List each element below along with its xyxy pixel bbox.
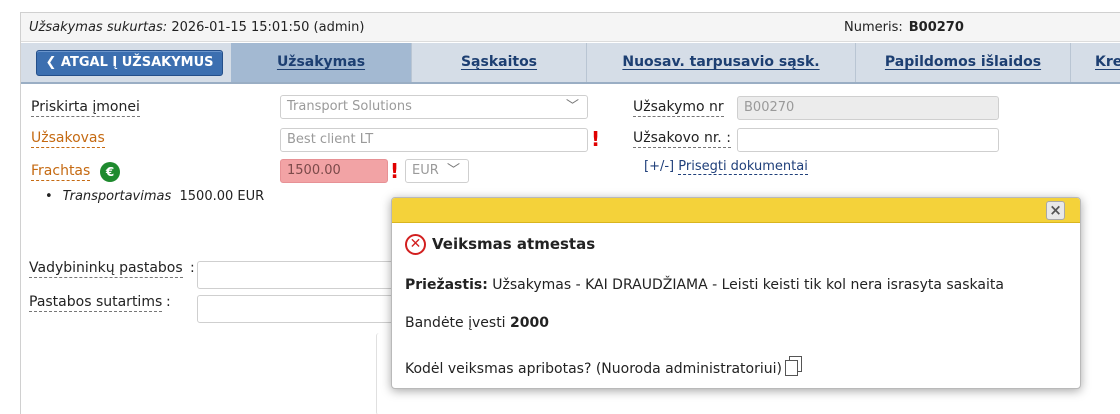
error-warning-icon: ! bbox=[390, 159, 400, 183]
tried-label: Bandėte įvesti bbox=[405, 315, 506, 331]
tab-credit-label: Kre bbox=[1095, 54, 1120, 70]
close-icon[interactable]: × bbox=[1046, 201, 1065, 220]
freight-input[interactable]: 1500.00 bbox=[280, 159, 388, 183]
tab-internal-invoices[interactable]: Nuosav. tarpusavio sąsk. bbox=[587, 43, 856, 82]
tab-extra-costs[interactable]: Papildomos išlaidos bbox=[856, 43, 1071, 82]
dialog-title: ✕ Veiksmas atmestas bbox=[405, 233, 595, 255]
tab-internal-invoices-label: Nuosav. tarpusavio sąsk. bbox=[622, 54, 820, 70]
number-label: Numeris: bbox=[844, 20, 903, 35]
managers-notes-label: Vadybininkų pastabos bbox=[29, 260, 183, 278]
created-info: Užsakymas sukurtas: 2026-01-15 15:01:50 … bbox=[29, 13, 364, 42]
reason-line: Priežastis: Užsakymas - KAI DRAUDŽIAMA -… bbox=[405, 276, 1004, 294]
action-rejected-dialog: × ✕ Veiksmas atmestas Priežastis: Užsakym… bbox=[391, 197, 1081, 389]
reason-label: Priežastis: bbox=[405, 277, 488, 293]
euro-icon[interactable]: € bbox=[100, 162, 120, 182]
order-nr-label: Užsakymo nr bbox=[633, 99, 724, 117]
currency-value: EUR bbox=[412, 163, 439, 178]
currency-select[interactable]: EUR ﹀ bbox=[405, 159, 469, 183]
why-text: Kodėl veiksmas apribotas? (Nuoroda admin… bbox=[405, 361, 782, 377]
chevron-down-icon: ﹀ bbox=[446, 163, 460, 178]
assigned-company-label: Priskirta įmonei bbox=[31, 99, 140, 117]
required-warning-icon: ! bbox=[591, 127, 601, 151]
why-line: Kodėl veiksmas apribotas? (Nuoroda admin… bbox=[405, 356, 802, 378]
reason-text: Užsakymas - KAI DRAUDŽIAMA - Leisti keis… bbox=[492, 277, 1004, 293]
freight-label[interactable]: Frachtas bbox=[31, 163, 91, 181]
tab-extra-costs-label: Papildomos išlaidos bbox=[884, 54, 1042, 70]
customer-nr-input[interactable] bbox=[737, 128, 999, 152]
order-header: Užsakymas sukurtas: 2026-01-15 15:01:50 … bbox=[21, 13, 1120, 42]
managers-notes-colon: : bbox=[190, 260, 195, 276]
tab-invoices[interactable]: Sąskaitos bbox=[412, 43, 587, 82]
attach-toggle: [+/-] bbox=[644, 159, 675, 174]
order-nr-input: B00270 bbox=[737, 96, 999, 120]
tried-value: 2000 bbox=[510, 315, 549, 331]
tab-credit[interactable]: Kre bbox=[1071, 43, 1120, 82]
transport-label: Transportavimas bbox=[62, 189, 172, 204]
customer-nr-label: Užsakovo nr. : bbox=[633, 130, 731, 148]
assigned-company-select[interactable]: Transport Solutions ﹀ bbox=[280, 95, 588, 119]
transport-value: 1500.00 EUR bbox=[179, 189, 265, 204]
attach-documents-link[interactable]: [+/-] Prisegti dokumentai bbox=[644, 159, 808, 175]
dialog-title-bar: × bbox=[392, 198, 1080, 223]
transport-line: • Transportavimas 1500.00 EUR bbox=[45, 189, 265, 204]
back-to-orders-button[interactable]: ❮ ATGAL Į UŽSAKYMUS bbox=[36, 50, 223, 76]
copy-icon[interactable] bbox=[784, 356, 802, 376]
attach-link-label: Prisegti dokumentai bbox=[678, 159, 808, 175]
number-value: B00270 bbox=[908, 20, 964, 35]
tried-line: Bandėte įvesti 2000 bbox=[405, 314, 549, 332]
tab-invoices-label: Sąskaitos bbox=[460, 54, 538, 70]
assigned-company-value: Transport Solutions bbox=[287, 99, 412, 114]
chevron-down-icon: ﹀ bbox=[565, 99, 579, 114]
created-label: Užsakymas sukurtas: bbox=[29, 20, 168, 35]
customer-input[interactable]: Best client LT bbox=[280, 128, 588, 152]
dialog-title-text: Veiksmas atmestas bbox=[432, 235, 596, 253]
contract-notes-colon: : bbox=[166, 294, 171, 310]
contract-notes-label: Pastabos sutartims bbox=[29, 294, 163, 312]
customer-label[interactable]: Užsakovas bbox=[31, 130, 105, 148]
tab-bar: ❮ ATGAL Į UŽSAKYMUS Užsakymas Sąskaitos … bbox=[21, 43, 1120, 84]
order-number-info: Numeris: B00270 bbox=[844, 13, 964, 42]
tab-order-label: Užsakymas bbox=[276, 54, 366, 70]
tab-order[interactable]: Užsakymas bbox=[231, 43, 412, 82]
created-value: 2026-01-15 15:01:50 (admin) bbox=[171, 20, 365, 35]
error-circle-icon: ✕ bbox=[405, 234, 426, 255]
